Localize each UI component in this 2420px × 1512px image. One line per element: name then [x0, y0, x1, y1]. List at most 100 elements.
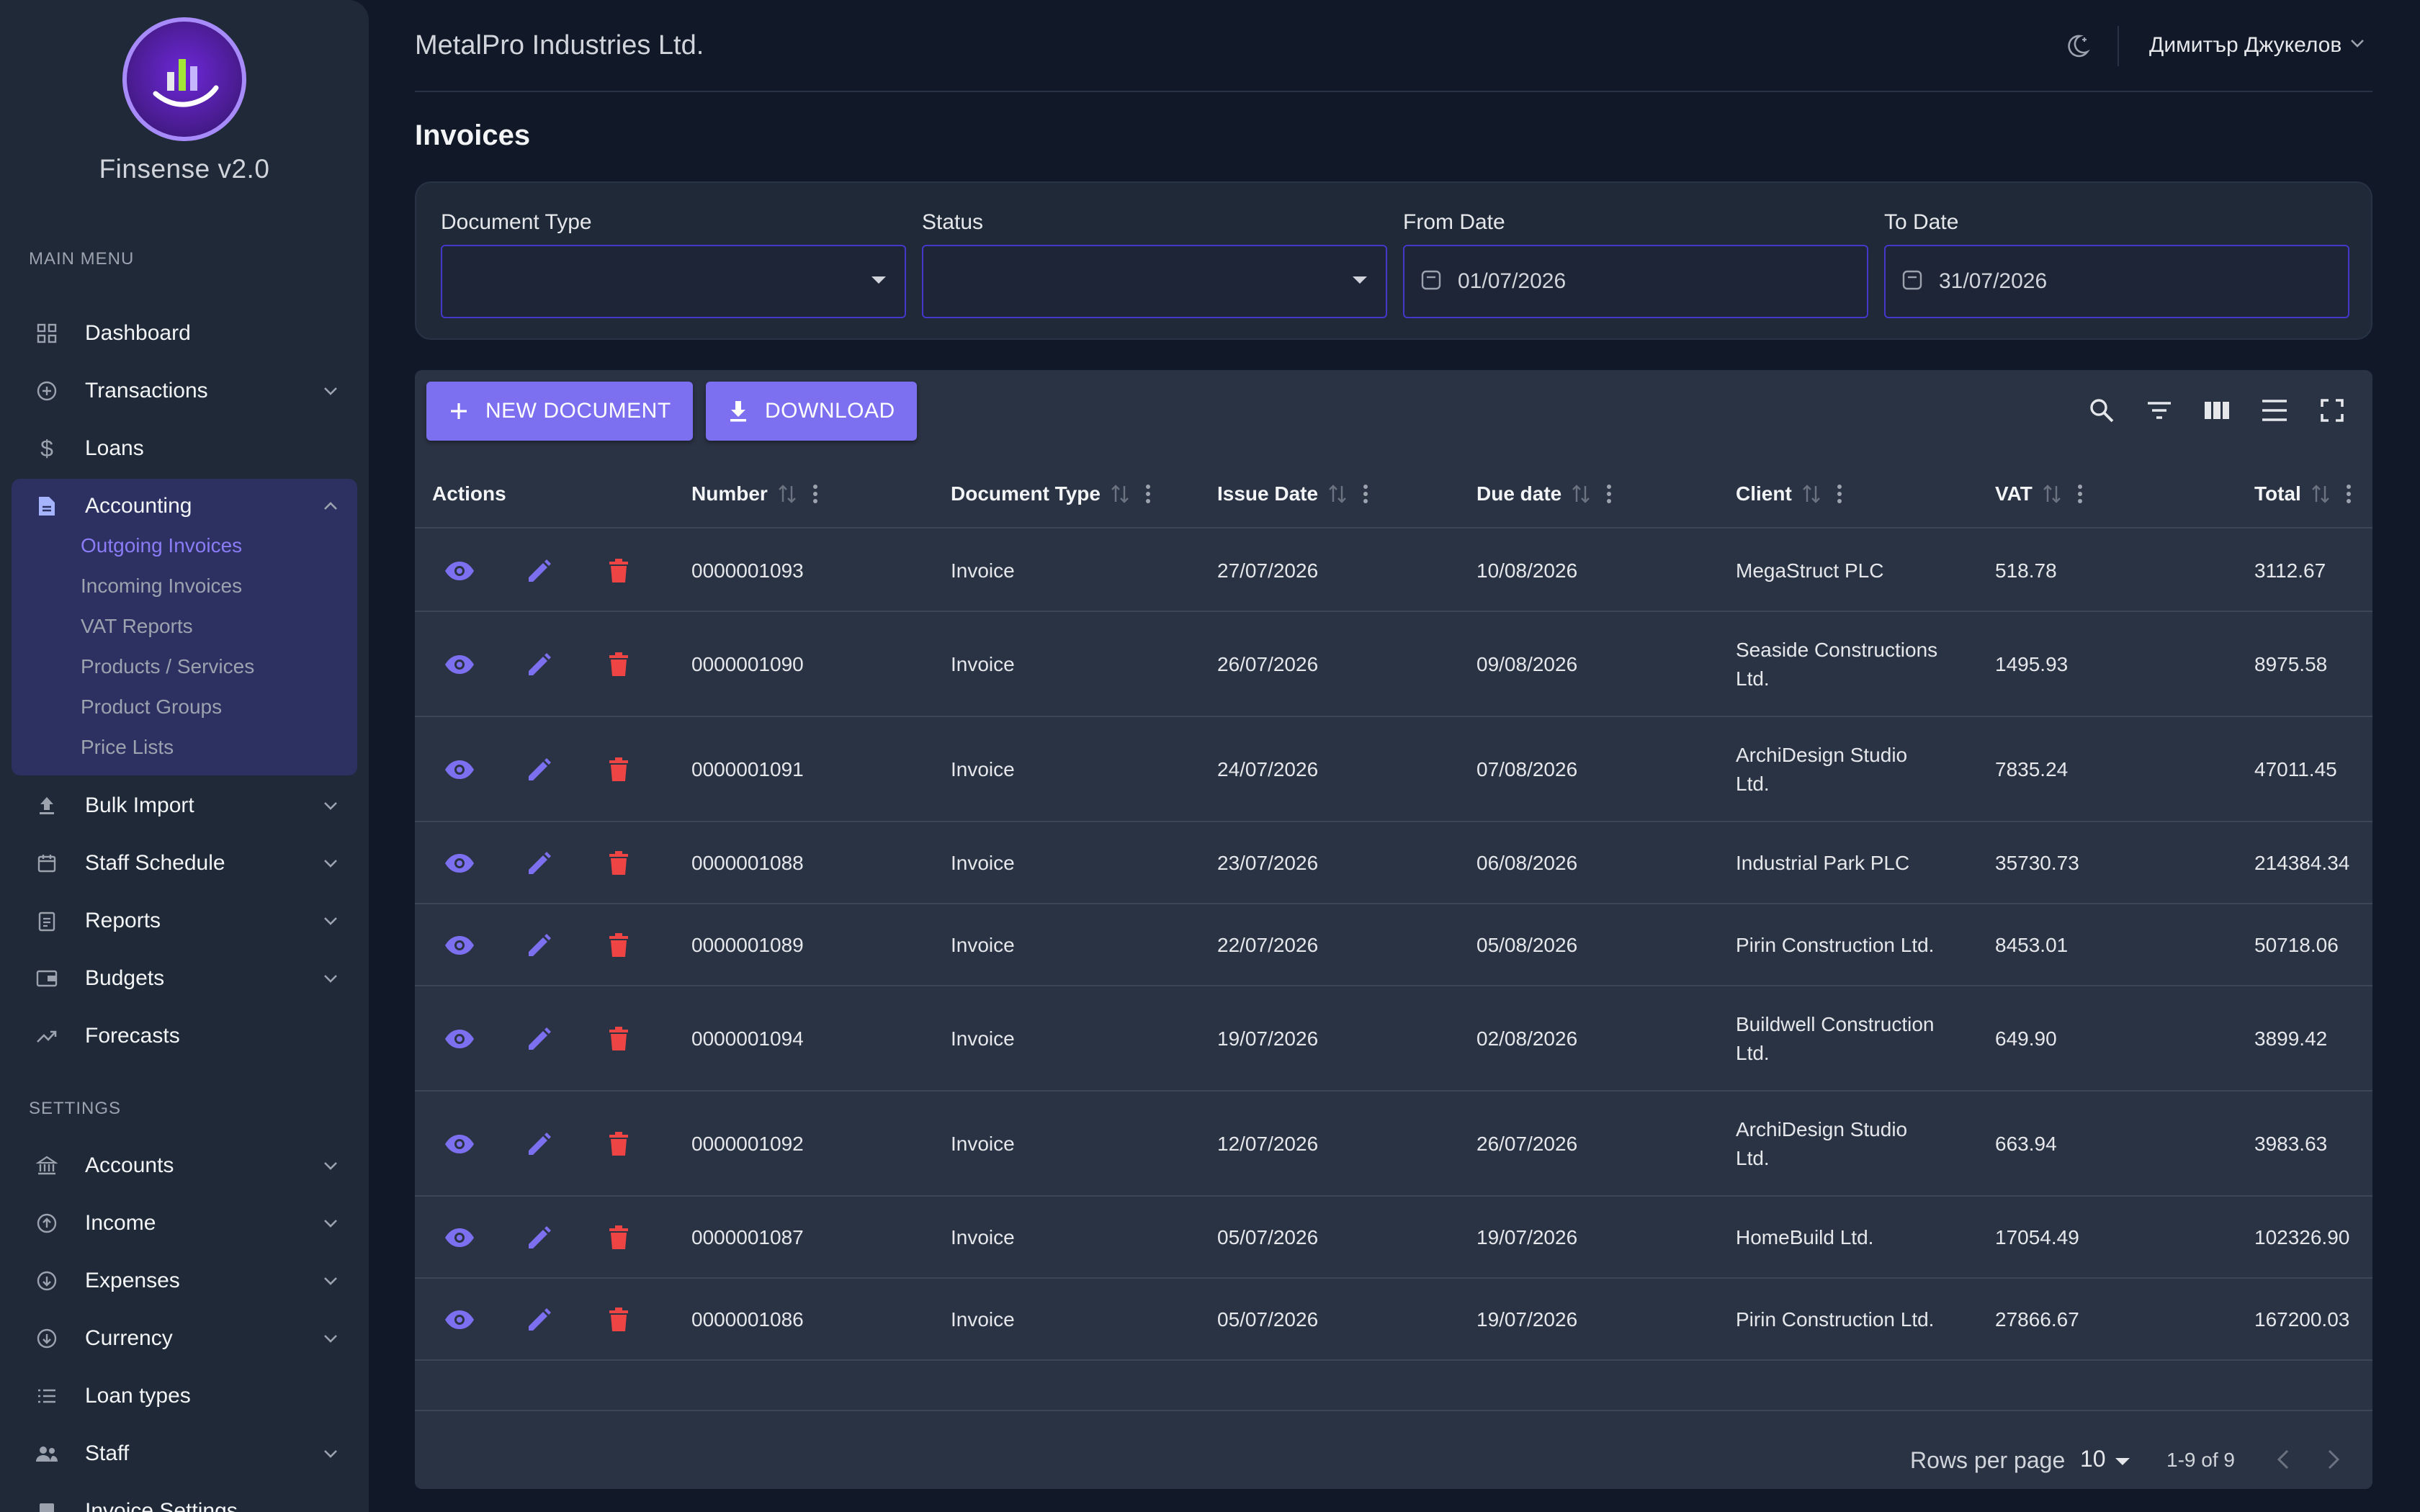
view-icon[interactable] [444, 1133, 475, 1155]
filter-icon[interactable] [2143, 395, 2175, 426]
new-document-button[interactable]: NEW DOCUMENT [426, 382, 693, 441]
table-row[interactable]: 0000001091 Invoice 24/07/2026 07/08/2026 Arc… [415, 717, 2372, 822]
sidebar-subitem-product-groups[interactable]: Product Groups [81, 696, 222, 719]
sidebar-item-bulk-import[interactable]: Bulk Import [12, 782, 357, 829]
sidebar-item-expenses[interactable]: Expenses [12, 1257, 357, 1305]
column-header-issue-date[interactable]: Issue Date [1217, 482, 1368, 505]
delete-icon[interactable] [608, 757, 629, 783]
sort-icon[interactable] [2311, 483, 2330, 505]
edit-icon[interactable] [526, 1224, 553, 1251]
dark-mode-toggle-icon[interactable] [2063, 32, 2092, 64]
table-row[interactable]: 0000001092 Invoice 12/07/2026 26/07/2026 Arc… [415, 1092, 2372, 1197]
app-logo[interactable] [122, 17, 246, 141]
chevron-down-icon[interactable] [321, 796, 340, 821]
sidebar-item-accounts[interactable]: Accounts [12, 1142, 357, 1189]
status-select[interactable] [922, 245, 1387, 318]
sidebar-item-accounting[interactable]: Accounting [12, 482, 357, 530]
sidebar-item-loans[interactable]: $ Loans [12, 425, 357, 472]
fullscreen-icon[interactable] [2316, 395, 2348, 426]
delete-icon[interactable] [608, 932, 629, 958]
chevron-down-icon[interactable] [321, 1272, 340, 1296]
density-icon[interactable] [2259, 395, 2290, 426]
user-menu[interactable]: Димитър Джукелов [2149, 33, 2366, 58]
column-menu-icon[interactable] [2346, 484, 2352, 504]
delete-icon[interactable] [608, 1307, 629, 1333]
delete-icon[interactable] [608, 652, 629, 678]
rows-per-page-select[interactable]: 10 [2080, 1446, 2130, 1472]
calendar-icon[interactable] [1420, 269, 1442, 294]
chevron-down-icon[interactable] [321, 854, 340, 878]
sidebar-item-budgets[interactable]: Budgets [12, 955, 357, 1002]
table-row[interactable]: 0000001088 Invoice 23/07/2026 06/08/2026 Ind… [415, 822, 2372, 904]
view-icon[interactable] [444, 935, 475, 956]
sidebar-item-staff-schedule[interactable]: Staff Schedule [12, 840, 357, 887]
sidebar-item-reports[interactable]: Reports [12, 897, 357, 945]
edit-icon[interactable] [526, 1306, 553, 1333]
calendar-icon[interactable] [1901, 269, 1923, 294]
edit-icon[interactable] [526, 932, 553, 959]
delete-icon[interactable] [608, 850, 629, 876]
column-menu-icon[interactable] [1145, 484, 1151, 504]
view-icon[interactable] [444, 1028, 475, 1050]
delete-icon[interactable] [608, 558, 629, 584]
chevron-down-icon[interactable] [321, 912, 340, 936]
search-icon[interactable] [2086, 395, 2118, 426]
edit-icon[interactable] [526, 1025, 553, 1053]
chevron-down-icon[interactable] [321, 1444, 340, 1469]
sidebar-subitem-vat-reports[interactable]: VAT Reports [81, 615, 193, 638]
table-row[interactable]: 0000001090 Invoice 26/07/2026 09/08/2026 Sea… [415, 612, 2372, 717]
to-date-input[interactable]: 31/07/2026 [1884, 245, 2349, 318]
chevron-down-icon[interactable] [321, 969, 340, 994]
sidebar-item-currency[interactable]: Currency [12, 1315, 357, 1362]
edit-icon[interactable] [526, 1130, 553, 1158]
view-icon[interactable] [444, 560, 475, 582]
view-icon[interactable] [444, 1309, 475, 1331]
delete-icon[interactable] [608, 1026, 629, 1052]
edit-icon[interactable] [526, 850, 553, 877]
from-date-input[interactable]: 01/07/2026 [1403, 245, 1868, 318]
column-menu-icon[interactable] [1363, 484, 1368, 504]
sidebar-item-dashboard[interactable]: Dashboard [12, 310, 357, 357]
chevron-down-icon[interactable] [321, 382, 340, 406]
view-icon[interactable] [444, 759, 475, 780]
column-header-due-date[interactable]: Due date [1476, 482, 1612, 505]
edit-icon[interactable] [526, 756, 553, 783]
chevron-down-icon[interactable] [321, 1214, 340, 1238]
document-type-select[interactable] [441, 245, 906, 318]
sort-icon[interactable] [2043, 483, 2061, 505]
next-page-icon[interactable] [2322, 1447, 2344, 1475]
columns-icon[interactable] [2201, 395, 2233, 426]
sort-icon[interactable] [778, 483, 797, 505]
column-menu-icon[interactable] [1606, 484, 1612, 504]
sidebar-item-invoice-settings[interactable]: Invoice Settings [12, 1488, 357, 1512]
sidebar-subitem-incoming-invoices[interactable]: Incoming Invoices [81, 575, 242, 598]
view-icon[interactable] [444, 654, 475, 675]
column-header-number[interactable]: Number [691, 482, 818, 505]
delete-icon[interactable] [608, 1225, 629, 1251]
view-icon[interactable] [444, 852, 475, 874]
column-header-vat[interactable]: VAT [1995, 482, 2083, 505]
sidebar-item-loan-types[interactable]: Loan types [12, 1372, 357, 1420]
table-row[interactable]: 0000001086 Invoice 05/07/2026 19/07/2026 Pir… [415, 1279, 2372, 1361]
sort-icon[interactable] [1328, 483, 1347, 505]
column-menu-icon[interactable] [1837, 484, 1842, 504]
column-header-client[interactable]: Client [1736, 482, 1842, 505]
chevron-down-icon[interactable] [321, 1156, 340, 1181]
chevron-up-icon[interactable] [321, 497, 340, 521]
download-button[interactable]: DOWNLOAD [706, 382, 917, 441]
column-header-total[interactable]: Total [2254, 482, 2352, 505]
previous-page-icon[interactable] [2273, 1447, 2295, 1475]
view-icon[interactable] [444, 1227, 475, 1248]
column-header-document-type[interactable]: Document Type [951, 482, 1151, 505]
table-row[interactable]: 0000001093 Invoice 27/07/2026 10/08/2026 Meg… [415, 530, 2372, 612]
sidebar-item-forecasts[interactable]: Forecasts [12, 1012, 357, 1060]
column-menu-icon[interactable] [812, 484, 818, 504]
chevron-down-icon[interactable] [321, 1329, 340, 1354]
sidebar-subitem-products-services[interactable]: Products / Services [81, 655, 254, 678]
table-row[interactable]: 0000001094 Invoice 19/07/2026 02/08/2026 Bui… [415, 986, 2372, 1092]
sidebar-item-staff[interactable]: Staff [12, 1430, 357, 1477]
table-row[interactable]: 0000001089 Invoice 22/07/2026 05/08/2026 Pir… [415, 904, 2372, 986]
column-menu-icon[interactable] [2077, 484, 2083, 504]
sort-icon[interactable] [1111, 483, 1129, 505]
sort-icon[interactable] [1802, 483, 1821, 505]
